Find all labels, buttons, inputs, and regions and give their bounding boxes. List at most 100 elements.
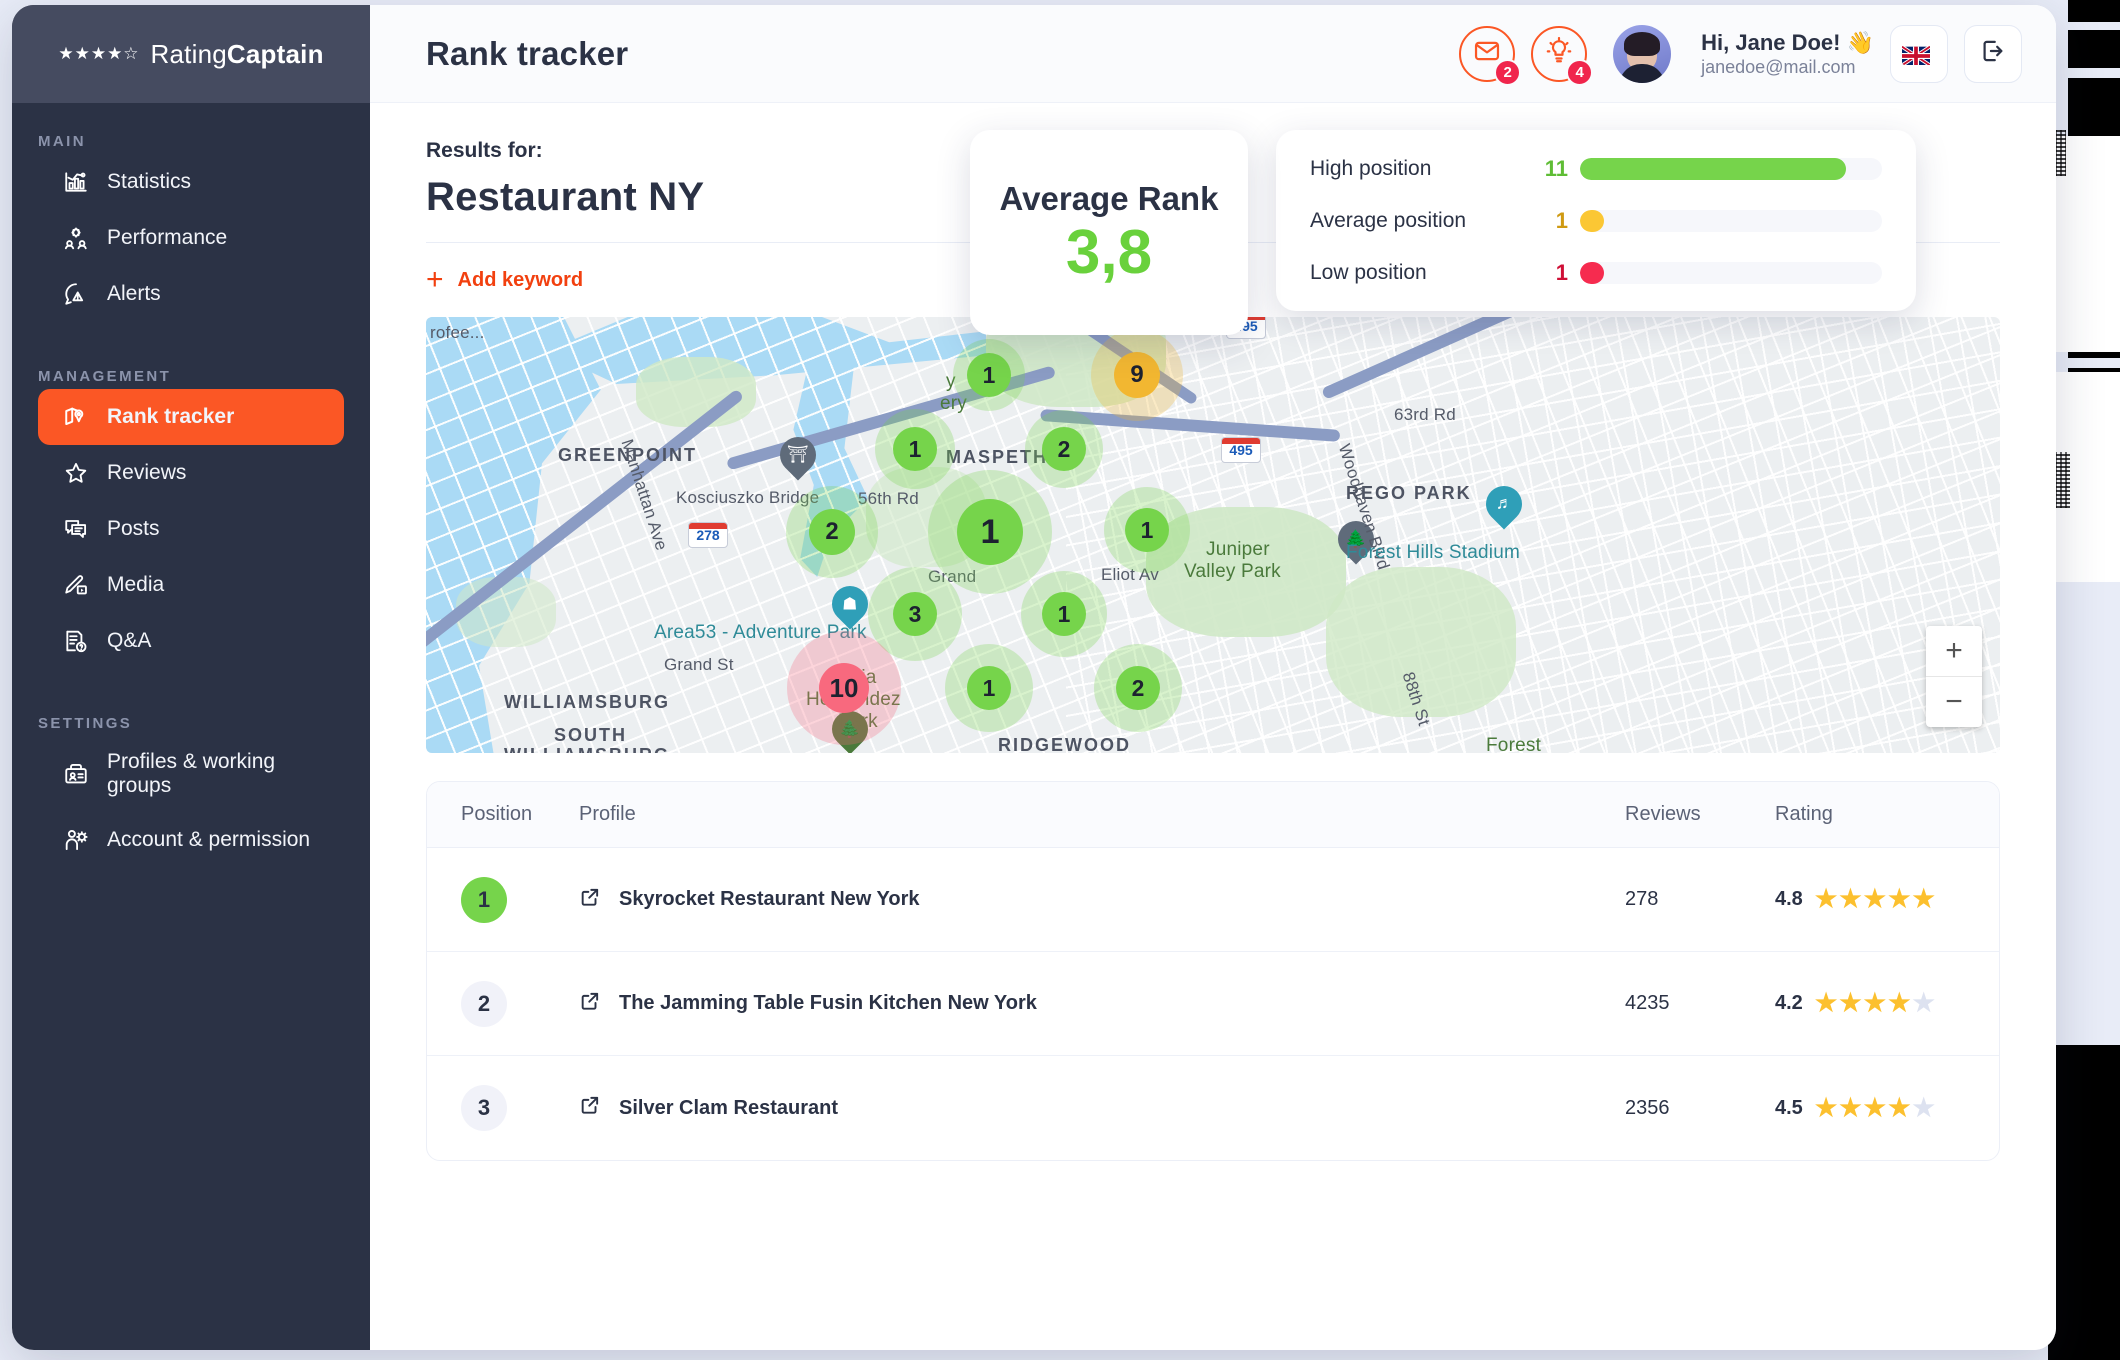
star-icon: ★ — [1863, 989, 1887, 1017]
map-label: WILLIAMSBURG — [504, 745, 670, 753]
sidebar-item-media[interactable]: Media — [38, 557, 344, 613]
language-button[interactable] — [1890, 24, 1948, 83]
map-label: Juniper — [1206, 539, 1270, 560]
column-header-rating: Rating — [1775, 803, 1833, 825]
position-badge: 3 — [461, 1085, 507, 1131]
map-marker[interactable]: 1 — [957, 499, 1023, 565]
column-header-profile: Profile — [579, 803, 636, 825]
rating-cell: 4.8 ★ ★ ★ ★ ★ — [1775, 887, 1965, 912]
profile-link[interactable]: Silver Clam Restaurant — [579, 1094, 1625, 1122]
sidebar: ★★★★☆ RatingCaptain MAIN Statistics Perf… — [12, 5, 370, 1350]
user-block[interactable]: Hi, Jane Doe! 👋 janedoe@mail.com — [1701, 29, 1874, 79]
star-icon: ★ — [1814, 1093, 1838, 1122]
brand-name-bold: Captain — [226, 38, 324, 69]
brand-stars-icon: ★★★★☆ — [58, 44, 140, 63]
profile-cell: Silver Clam Restaurant — [579, 1094, 1625, 1122]
screen-artifact — [2068, 0, 2120, 22]
profile-link[interactable]: The Jamming Table Fusin Kitchen New York — [579, 990, 1625, 1018]
column-header-position: Position — [461, 803, 533, 825]
rating-stars: ★ ★ ★ ★ ★ — [1815, 887, 1935, 912]
route-shield-278: 278 — [688, 522, 728, 548]
positions-rows: High position 11 Average position 1 Low posi… — [1310, 156, 1882, 286]
qa-icon — [62, 627, 90, 655]
map-marker[interactable]: 1 — [967, 353, 1011, 397]
star-icon: ★ — [1839, 1093, 1862, 1122]
sidebar-item-profiles-working-groups[interactable]: Profiles & working groups — [38, 736, 344, 812]
plus-icon: + — [426, 263, 444, 296]
external-link-icon — [579, 886, 601, 914]
star-icon: ★ — [1912, 885, 1935, 913]
sidebar-item-rank-tracker[interactable]: Rank tracker — [38, 389, 344, 445]
position-badge: 1 — [461, 876, 507, 923]
results-table: Position Profile Reviews Rating 1 Skyrock… — [426, 781, 2000, 1161]
star-icon: ★ — [1912, 1093, 1935, 1122]
position-label: Average position — [1310, 209, 1467, 232]
map-marker[interactable]: 10 — [819, 663, 869, 713]
map-marker[interactable]: 9 — [1114, 352, 1160, 398]
logout-button[interactable] — [1964, 24, 2022, 83]
position-bar-fill — [1580, 158, 1846, 180]
map-label: SOUTH — [554, 725, 627, 745]
sidebar-item-label: Account & permission — [107, 828, 311, 851]
map-marker[interactable]: 2 — [1042, 427, 1086, 471]
sidebar-item-alerts[interactable]: Alerts — [38, 266, 344, 322]
average-rank-card: Average Rank 3,8 — [970, 130, 1248, 335]
external-link-icon — [579, 1094, 601, 1122]
map-marker[interactable]: 1 — [1042, 592, 1086, 636]
profile-name: The Jamming Table Fusin Kitchen New York — [619, 992, 1037, 1014]
brand-logo[interactable]: ★★★★☆ RatingCaptain — [12, 5, 370, 103]
map-zoom-controls[interactable]: + − — [1926, 626, 1982, 727]
map-marker[interactable]: 1 — [893, 427, 937, 471]
map-marker[interactable]: 3 — [893, 592, 937, 636]
positions-card: High position 11 Average position 1 Low posi… — [1276, 130, 1916, 311]
position-row: High position 11 — [1310, 156, 1882, 182]
map-label: Valley Park — [1184, 561, 1281, 582]
sidebar-item-account-permission[interactable]: Account & permission — [38, 812, 344, 868]
star-icon: ★ — [1839, 885, 1862, 913]
map-zoom-in-button[interactable]: + — [1926, 626, 1982, 676]
position-cell: 3 — [461, 1085, 579, 1131]
star-icon: ★ — [1863, 1093, 1887, 1122]
map-label: rofee... — [430, 323, 485, 342]
sidebar-item-posts[interactable]: Posts — [38, 501, 344, 557]
desktop-background: ★★★★☆ RatingCaptain MAIN Statistics Perf… — [0, 0, 2120, 1360]
position-value: 11 — [1544, 156, 1568, 181]
top-bar-actions: 2 4 Hi, Jane Doe! 👋 janedoe@mail.com — [1459, 24, 2022, 86]
sidebar-item-reviews[interactable]: Reviews — [38, 445, 344, 501]
table-row[interactable]: 3 Silver Clam Restaurant 2356 4.5 ★ ★ ★ ★ ★ — [427, 1056, 1999, 1160]
sidebar-item-statistics[interactable]: Statistics — [38, 154, 344, 210]
map-label: Forest — [1486, 735, 1542, 753]
rating-stars: ★ ★ ★ ★ ★ — [1815, 991, 1935, 1016]
map-marker[interactable]: 1 — [967, 666, 1011, 710]
table-header: Position Profile Reviews Rating — [427, 782, 1999, 848]
position-label: Low position — [1310, 261, 1427, 284]
sidebar-item-performance[interactable]: Performance — [38, 210, 344, 266]
position-value: 1 — [1555, 208, 1568, 233]
map-marker[interactable]: 2 — [1116, 666, 1160, 710]
map-label: Forest Hills Stadium — [1346, 542, 1520, 563]
app-window: ★★★★☆ RatingCaptain MAIN Statistics Perf… — [12, 5, 2056, 1350]
ideas-button[interactable]: 4 — [1531, 25, 1594, 86]
position-bar-fill — [1580, 210, 1605, 232]
profile-link[interactable]: Skyrocket Restaurant New York — [579, 886, 1625, 914]
ideas-badge: 4 — [1566, 58, 1594, 86]
rank-map[interactable]: 278 495 495 ⛩ ☗ 🌲 🌲 ♬ rofee... GREENPOIN… — [426, 317, 2000, 753]
sidebar-item-qa[interactable]: Q&A — [38, 613, 344, 669]
map-label: Grand St — [664, 655, 734, 674]
table-row[interactable]: 2 The Jamming Table Fusin Kitchen New Yor… — [427, 952, 1999, 1056]
sidebar-section-management: MANAGEMENT — [38, 368, 172, 385]
performance-icon — [62, 224, 90, 252]
map-marker[interactable]: 1 — [1125, 508, 1169, 552]
map-marker[interactable]: 2 — [809, 509, 855, 555]
table-row[interactable]: 1 Skyrocket Restaurant New York 278 4.8 ★ ★ ★ ★… — [427, 848, 1999, 952]
brand-name-light: Rating — [150, 38, 227, 69]
sidebar-item-label: Q&A — [107, 629, 152, 652]
messages-button[interactable]: 2 — [1459, 25, 1522, 86]
star-icon — [62, 459, 90, 487]
avatar[interactable] — [1613, 24, 1672, 83]
add-keyword-button[interactable]: + Add keyword — [426, 265, 583, 295]
reviews-cell: 4235 — [1625, 992, 1670, 1014]
position-row: Average position 1 — [1310, 208, 1882, 234]
map-zoom-out-button[interactable]: − — [1926, 677, 1982, 727]
position-bar-track — [1580, 210, 1882, 232]
